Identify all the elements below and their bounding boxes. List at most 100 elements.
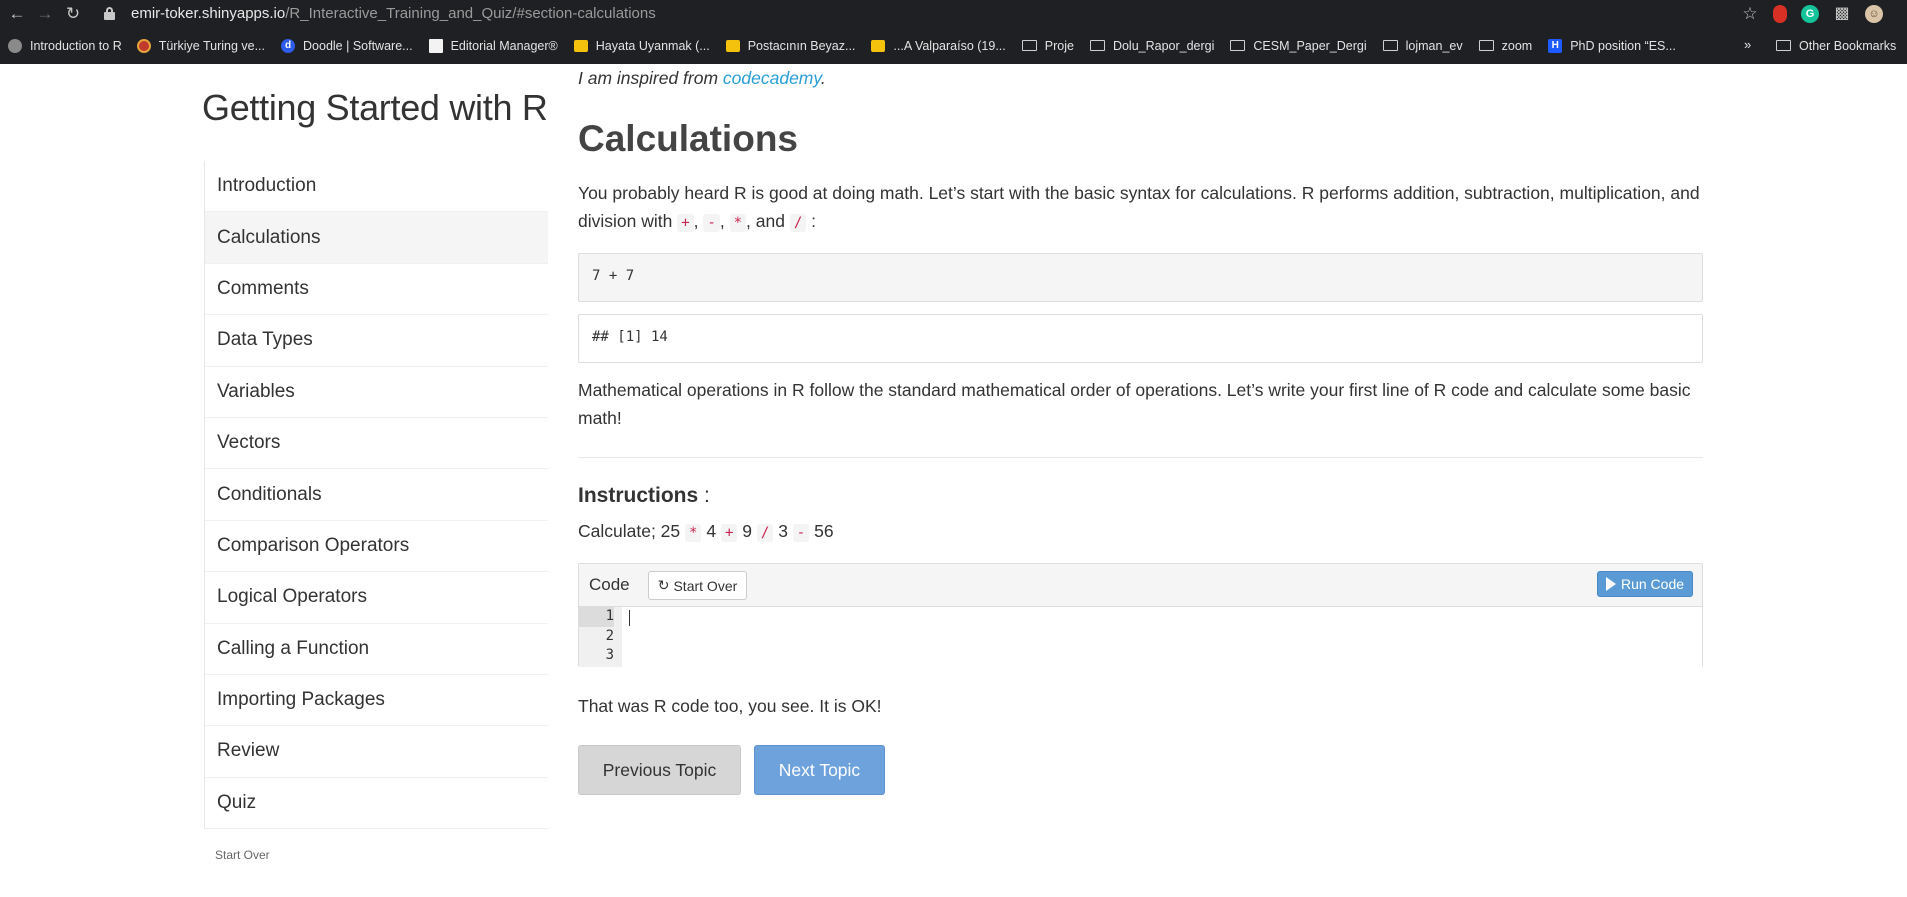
url-path: /R_Interactive_Training_and_Quiz/#sectio…: [285, 5, 656, 22]
calc-number: 4: [706, 521, 717, 541]
toc-item-comments[interactable]: Comments: [205, 264, 548, 316]
toc-item-calculations[interactable]: Calculations: [205, 212, 548, 264]
code-editor[interactable]: 1 2 3: [579, 607, 1702, 667]
bookmark-item[interactable]: Hayata Uyanmak (...: [573, 27, 710, 64]
bookmark-label: Editorial Manager®: [450, 38, 558, 53]
instructions-heading: Instructions :: [578, 484, 710, 508]
profile-avatar[interactable]: ☺: [1865, 4, 1883, 23]
browser-toolbar: ← → ↻ emir-toker.shinyapps.io/R_Interact…: [0, 0, 1907, 27]
start-over-button[interactable]: ↻ Start Over: [648, 571, 747, 600]
toc-item-logical-operators[interactable]: Logical Operators: [205, 572, 548, 624]
yellow-icon: [573, 39, 588, 52]
run-code-button[interactable]: Run Code: [1597, 571, 1693, 597]
calc-text: Calculate; 25: [578, 521, 681, 541]
code-example: 7 + 7: [578, 253, 1703, 302]
exercise-title: Code: [589, 575, 630, 594]
lock-icon: [104, 7, 115, 20]
separator: , and: [746, 211, 785, 231]
forward-arrow-icon[interactable]: →: [34, 3, 56, 25]
calculate-task: Calculate; 25 * 4 + 9 / 3 - 56: [578, 521, 834, 542]
divide-operator: /: [756, 524, 774, 542]
play-icon: [1605, 577, 1616, 591]
closing-paragraph: That was R code too, you see. It is OK!: [578, 696, 882, 716]
bookmark-item[interactable]: Introduction to R: [8, 27, 122, 64]
folder-icon: [1776, 40, 1791, 51]
address-bar[interactable]: emir-toker.shinyapps.io/R_Interactive_Tr…: [104, 3, 656, 24]
yellow-icon: [871, 39, 886, 52]
toc-item-quiz[interactable]: Quiz: [205, 778, 548, 830]
bookmark-item[interactable]: zoom: [1478, 27, 1532, 64]
refresh-icon: ↻: [657, 577, 670, 593]
code-output: ## [1] 14: [578, 314, 1703, 363]
r-icon: [8, 38, 22, 53]
bookmark-label: Dolu_Rapor_dergi: [1112, 38, 1215, 53]
bookmark-label: Postacının Beyaz...: [747, 38, 856, 53]
toc-item-conditionals[interactable]: Conditionals: [205, 469, 548, 521]
bookmark-label: Doodle | Software...: [303, 38, 413, 53]
separator: ,: [719, 211, 725, 231]
toc-item-review[interactable]: Review: [205, 726, 548, 778]
grammarly-icon[interactable]: G: [1801, 4, 1819, 23]
times-operator: *: [685, 524, 702, 542]
toc-item-importing-packages[interactable]: Importing Packages: [205, 675, 548, 727]
bookmark-label: Hayata Uyanmak (...: [595, 38, 710, 53]
instructions-label: Instructions: [578, 484, 699, 507]
previous-topic-button[interactable]: Previous Topic: [578, 745, 741, 795]
bookmark-item[interactable]: Editorial Manager®: [428, 27, 558, 64]
page-brand-title: Getting Started with R: [202, 87, 548, 128]
toc-item-variables[interactable]: Variables: [205, 367, 548, 418]
toc-item-data-types[interactable]: Data Types: [205, 315, 548, 367]
bookmark-label: Other Bookmarks: [1799, 38, 1897, 53]
line-number: 3: [605, 647, 614, 663]
bookmark-item[interactable]: lojman_ev: [1382, 27, 1463, 64]
intro-suffix: .: [820, 68, 826, 88]
bookmark-item[interactable]: Proje: [1021, 27, 1074, 64]
sidebar-start-over-link[interactable]: Start Over: [215, 848, 270, 862]
next-topic-button[interactable]: Next Topic: [754, 745, 885, 795]
folder-icon: [1089, 40, 1105, 51]
bookmark-star-icon[interactable]: ☆: [1741, 4, 1759, 23]
doodle-icon: d: [281, 38, 296, 53]
intro-text: I am inspired from: [578, 68, 723, 88]
bookmark-item[interactable]: H PhD position “ES...: [1548, 27, 1676, 64]
reload-icon[interactable]: ↻: [62, 3, 84, 25]
folder-icon: [1382, 40, 1398, 51]
bookmark-item[interactable]: ...A Valparaíso (19...: [871, 27, 1006, 64]
codecademy-link[interactable]: codecademy: [723, 68, 821, 88]
start-over-label: Start Over: [673, 577, 738, 594]
intro-paragraph: You probably heard R is good at doing ma…: [578, 179, 1703, 237]
folder-icon: [1478, 40, 1494, 51]
other-bookmarks[interactable]: Other Bookmarks: [1776, 27, 1896, 64]
folder-icon: [1021, 40, 1037, 51]
bookmark-item[interactable]: Dolu_Rapor_dergi: [1089, 27, 1215, 64]
separator: ,: [693, 211, 699, 231]
calc-number: 9: [742, 521, 752, 541]
bookmark-item[interactable]: d Doodle | Software...: [281, 27, 413, 64]
yellow-icon: [725, 39, 740, 52]
toc-item-comparison-operators[interactable]: Comparison Operators: [205, 521, 548, 573]
plus-operator: +: [720, 524, 738, 542]
line-number-gutter: 1 2 3: [579, 607, 622, 667]
bookmark-item[interactable]: CESM_Paper_Dergi: [1230, 27, 1367, 64]
divider: [578, 457, 1703, 458]
turing-icon: [136, 38, 151, 53]
minus-operator: -: [792, 524, 810, 542]
table-of-contents: Introduction Calculations Comments Data …: [204, 161, 548, 830]
extension-red-icon[interactable]: [1773, 4, 1787, 23]
code-exercise: Code ↻ Start Over Run Code 1 2 3: [578, 563, 1703, 667]
bookmark-item[interactable]: Türkiye Turing ve...: [136, 27, 266, 64]
back-arrow-icon[interactable]: ←: [6, 3, 28, 25]
bookmarks-overflow-icon[interactable]: »: [1744, 37, 1751, 52]
separator: :: [811, 211, 817, 231]
bookmark-item[interactable]: Postacının Beyaz...: [725, 27, 856, 64]
bookmark-label: Türkiye Turing ve...: [158, 38, 266, 53]
extensions-puzzle-icon[interactable]: ▩: [1833, 5, 1851, 23]
toc-item-vectors[interactable]: Vectors: [205, 418, 548, 470]
toc-item-introduction[interactable]: Introduction: [205, 161, 548, 213]
divide-operator: /: [789, 214, 807, 232]
text-cursor: [629, 610, 630, 626]
minus-operator: -: [703, 214, 720, 232]
bookmarks-bar: Introduction to R Türkiye Turing ve... d…: [0, 27, 1907, 64]
times-operator: *: [729, 214, 747, 232]
toc-item-calling-a-function[interactable]: Calling a Function: [205, 624, 548, 675]
